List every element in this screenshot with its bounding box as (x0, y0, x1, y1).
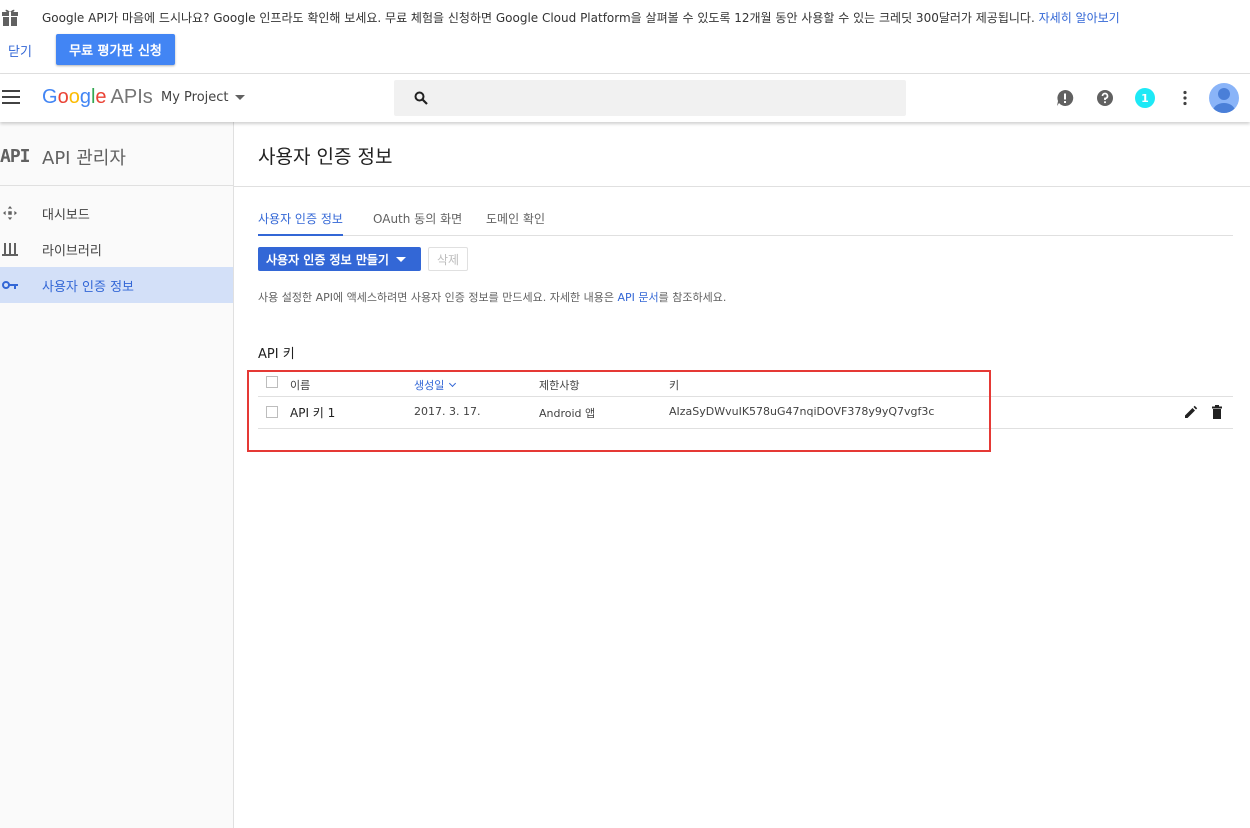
help-icon[interactable] (1096, 89, 1114, 107)
api-docs-link[interactable]: API 문서 (617, 291, 658, 304)
google-apis-logo[interactable]: Google APIs (42, 86, 153, 109)
library-icon (2, 243, 18, 256)
logo-letter: o (57, 86, 69, 108)
gift-icon (2, 9, 18, 26)
logo-letter: G (42, 86, 58, 108)
person-icon (1213, 88, 1235, 113)
chevron-down-icon (234, 95, 245, 100)
tab-credentials[interactable]: 사용자 인증 정보 (258, 210, 343, 236)
description: 사용 설정한 API에 액세스하려면 사용자 인증 정보를 만드세요. 자세한 … (258, 291, 727, 304)
highlight-box (247, 370, 991, 452)
project-name: My Project (161, 90, 229, 105)
sidebar-item-label: 사용자 인증 정보 (42, 279, 134, 295)
notification-badge[interactable]: 1 (1135, 88, 1155, 108)
avatar[interactable] (1209, 83, 1239, 113)
top-header: Google APIs My Project 1 (0, 74, 1250, 122)
logo-letter: o (68, 86, 80, 108)
sidebar-item-library[interactable]: 라이브러리 (0, 231, 233, 267)
promo-banner: Google API가 마음에 드시나요? Google 인프라도 확인해 보세… (0, 0, 1250, 74)
api-logo: API (0, 146, 30, 167)
search-bar[interactable] (394, 80, 906, 116)
chevron-down-icon (395, 256, 406, 262)
create-credentials-button[interactable]: 사용자 인증 정보 만들기 (258, 247, 421, 271)
section-title: API 키 (258, 347, 295, 362)
logo-letter: g (79, 86, 91, 108)
sidebar: API API 관리자 대시보드 라이브러리 사용자 인증 정보 (0, 122, 234, 828)
page-title: 사용자 인증 정보 (258, 146, 393, 168)
project-selector[interactable]: My Project (161, 90, 245, 105)
tab-oauth-consent[interactable]: OAuth 동의 화면 (373, 210, 462, 235)
free-trial-button[interactable]: 무료 평가판 신청 (56, 34, 175, 65)
sidebar-item-credentials[interactable]: 사용자 인증 정보 (0, 267, 233, 303)
tab-bar: 사용자 인증 정보 OAuth 동의 화면 도메인 확인 (258, 210, 1233, 236)
sidebar-item-label: 대시보드 (42, 207, 90, 223)
sidebar-title: API 관리자 (42, 148, 126, 169)
sidebar-item-dashboard[interactable]: 대시보드 (0, 195, 233, 231)
learn-more-link[interactable]: 자세히 알아보기 (1039, 11, 1120, 25)
divider (234, 186, 1250, 187)
feedback-icon[interactable] (1056, 89, 1074, 107)
logo-suffix: APIs (110, 86, 153, 108)
logo-letter: e (95, 86, 107, 108)
dashboard-icon (3, 206, 17, 220)
edit-icon[interactable] (1184, 405, 1198, 419)
key-icon (2, 281, 18, 289)
divider (0, 185, 233, 186)
menu-icon[interactable] (2, 90, 20, 104)
close-banner-link[interactable]: 닫기 (8, 41, 32, 60)
delete-button[interactable]: 삭제 (428, 247, 468, 271)
delete-icon[interactable] (1210, 405, 1224, 419)
create-credentials-label: 사용자 인증 정보 만들기 (266, 252, 389, 267)
sidebar-item-label: 라이브러리 (42, 243, 102, 259)
tab-domain-verification[interactable]: 도메인 확인 (486, 210, 545, 235)
search-icon (414, 91, 428, 105)
more-vert-icon[interactable] (1176, 89, 1194, 107)
banner-message: Google API가 마음에 드시나요? Google 인프라도 확인해 보세… (42, 11, 1120, 25)
